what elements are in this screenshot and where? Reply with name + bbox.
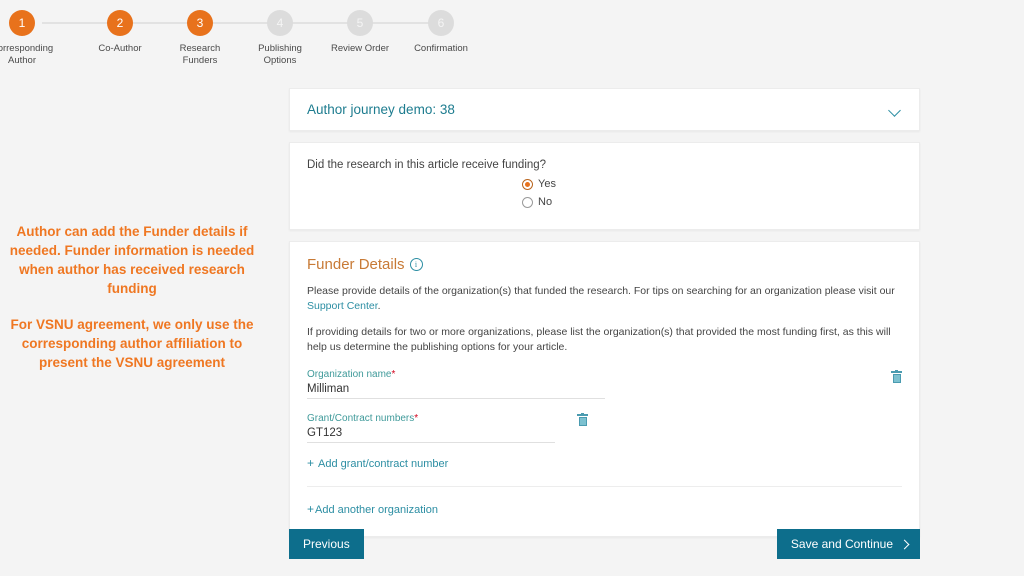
stepper-step-1-label: Corresponding Author	[0, 43, 54, 66]
funder-details-paragraph-2: If providing details for two or more org…	[307, 326, 891, 353]
add-another-organization-link[interactable]: + Add another organization	[307, 502, 902, 516]
stepper-step-2-label: Co-Author	[98, 43, 142, 54]
stepper-step-2[interactable]: 2 Co-Author	[78, 10, 162, 55]
info-icon[interactable]: i	[409, 258, 423, 271]
annotation-paragraph-2: For VSNU agreement, we only use the corr…	[10, 317, 254, 370]
organization-name-label-text: Organization name	[307, 369, 392, 380]
save-and-continue-button[interactable]: Save and Continue	[776, 529, 920, 559]
organization-name-label: Organization name*	[307, 369, 902, 380]
funding-radio-group: Yes No	[307, 175, 902, 211]
radio-no-icon[interactable]	[522, 196, 533, 208]
add-grant-contract-number-label: Add grant/contract number	[318, 458, 449, 470]
radio-yes-icon[interactable]	[522, 178, 533, 190]
funding-question-label: Did the research in this article receive…	[307, 159, 547, 171]
stepper-step-3-number: 3	[187, 10, 213, 36]
stepper-step-4[interactable]: 4 Publishing Options	[238, 10, 322, 67]
stepper-step-5-label: Review Order	[330, 43, 390, 54]
stepper-step-2-number: 2	[107, 10, 133, 36]
chevron-right-icon	[899, 539, 910, 549]
plus-icon: +	[307, 502, 315, 516]
delete-grant-trash-icon[interactable]	[577, 412, 588, 426]
main-content: Author journey demo: 38 Did the research…	[289, 88, 920, 537]
chevron-down-icon[interactable]	[889, 106, 902, 114]
funding-option-yes[interactable]: Yes	[522, 175, 902, 193]
stepper-step-1[interactable]: 1 Corresponding Author	[0, 10, 64, 67]
stepper-step-1-number: 1	[9, 10, 35, 36]
author-journey-title: Author journey demo: 38	[307, 102, 455, 117]
support-center-link[interactable]: Support Center	[307, 300, 378, 312]
funder-paragraph-1-text: Please provide details of the organizati…	[307, 285, 895, 297]
delete-organization-trash-icon[interactable]	[891, 369, 902, 383]
footer-actions: Previous Save and Continue	[289, 529, 920, 559]
stepper-step-6-number: 6	[428, 10, 454, 36]
plus-icon: +	[307, 456, 315, 470]
funder-details-paragraph-1: Please provide details of the organizati…	[307, 284, 902, 314]
funding-option-no-label: No	[538, 196, 553, 208]
annotation-paragraph-1: Author can add the Funder details if nee…	[9, 224, 255, 296]
stepper-step-6-label: Confirmation	[414, 43, 468, 54]
organization-name-input[interactable]: Milliman	[307, 380, 605, 399]
section-divider	[307, 486, 902, 487]
add-grant-contract-number-link[interactable]: + Add grant/contract number	[307, 456, 902, 470]
funder-details-heading: Funder Details i	[307, 256, 902, 273]
organization-name-field-block: Organization name* Milliman	[307, 369, 902, 399]
add-another-organization-label: Add another organization	[315, 504, 438, 516]
funding-option-yes-label: Yes	[538, 178, 556, 190]
stepper-step-6[interactable]: 6 Confirmation	[399, 10, 483, 55]
stepper-step-4-label: Publishing Options	[258, 43, 302, 66]
stepper-step-5-number: 5	[347, 10, 373, 36]
funder-paragraph-1-suffix: .	[377, 300, 381, 312]
funding-question-card: Did the research in this article receive…	[289, 142, 920, 230]
grant-contract-label-text: Grant/Contract numbers	[307, 413, 415, 424]
funder-details-card: Funder Details i Please provide details …	[289, 241, 920, 537]
organization-name-required-marker: *	[391, 369, 396, 380]
annotation-callout: Author can add the Funder details if nee…	[8, 222, 256, 372]
funder-details-heading-text: Funder Details	[307, 256, 405, 273]
grant-contract-field-block: Grant/Contract numbers* GT123	[307, 412, 902, 443]
previous-button[interactable]: Previous	[289, 529, 364, 559]
grant-contract-label: Grant/Contract numbers*	[307, 413, 902, 424]
funding-option-no[interactable]: No	[522, 193, 902, 211]
stepper-step-3[interactable]: 3 Research Funders	[158, 10, 242, 67]
stepper-step-5[interactable]: 5 Review Order	[318, 10, 402, 55]
progress-stepper: 1 Corresponding Author 2 Co-Author 3 Res…	[0, 0, 500, 80]
stepper-step-4-number: 4	[267, 10, 293, 36]
grant-contract-required-marker: *	[414, 413, 419, 424]
stepper-step-3-label: Research Funders	[179, 43, 221, 66]
author-journey-bar[interactable]: Author journey demo: 38	[289, 88, 920, 131]
save-and-continue-label: Save and Continue	[790, 537, 893, 551]
grant-contract-input[interactable]: GT123	[307, 424, 555, 443]
